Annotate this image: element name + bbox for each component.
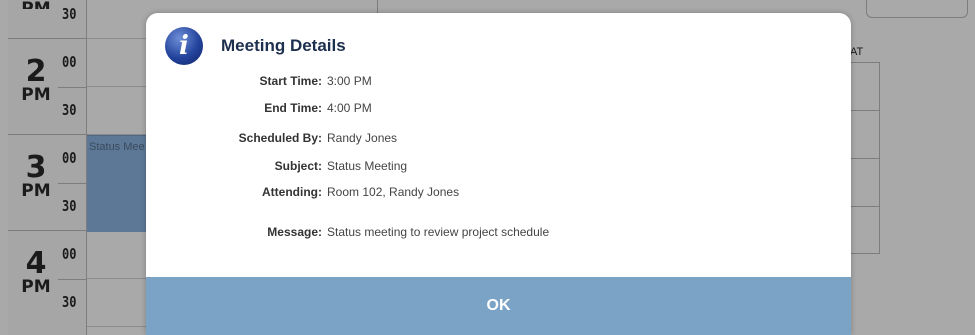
event-label: Status Mee — [89, 141, 145, 153]
minute-30-label: 30 — [62, 293, 77, 311]
hour-ampm: PM — [21, 181, 51, 201]
detail-label: Message: — [267, 225, 322, 239]
detail-value: 3:00 PM — [327, 74, 372, 88]
detail-label: Start Time: — [259, 74, 322, 88]
detail-label: Attending: — [262, 185, 322, 199]
toolbar-button[interactable] — [866, 0, 968, 18]
detail-value: Status Meeting — [327, 159, 408, 173]
hour-number: 4 — [25, 246, 47, 281]
meeting-details-dialog: i Meeting Details Start Time: 3:00 PM En… — [146, 13, 851, 335]
minute-00-label: 00 — [62, 245, 77, 263]
detail-value: Status meeting to review project schedul… — [327, 225, 550, 239]
detail-value: Room 102, Randy Jones — [327, 185, 460, 199]
minute-30-label: 30 — [62, 5, 77, 23]
grid-line — [851, 110, 879, 111]
detail-label: Subject: — [274, 159, 322, 173]
detail-row-start-time: Start Time: 3:00 PM — [146, 74, 851, 90]
minute-00-label: 00 — [62, 149, 77, 167]
minute-30-label: 30 — [62, 101, 77, 119]
hour-block-4pm: 4 PM 00 30 — [8, 230, 86, 327]
grid-line — [851, 206, 879, 207]
hour-ampm: PM — [21, 277, 51, 297]
half-hour-line — [58, 183, 86, 184]
detail-row-end-time: End Time: 4:00 PM — [146, 101, 851, 117]
hour-block-3pm: 3 PM 00 30 — [8, 134, 86, 231]
half-hour-line — [58, 279, 86, 280]
ok-button[interactable]: OK — [146, 277, 851, 335]
detail-row-subject: Subject: Status Meeting — [146, 159, 851, 175]
hour-block-1pm: PM 30 — [8, 0, 86, 39]
detail-row-message: Message: Status meeting to review projec… — [146, 225, 851, 241]
minute-00-label: 00 — [62, 53, 77, 71]
hour-number: 2 — [25, 54, 47, 89]
hour-ampm: PM — [12, 1, 60, 9]
hour-ampm: PM — [21, 85, 51, 105]
dialog-title: Meeting Details — [221, 36, 346, 55]
half-hour-line — [58, 87, 86, 88]
detail-label: Scheduled By: — [238, 131, 322, 145]
hour-column: PM 30 2 PM 00 30 3 PM 00 30 4 PM 00 30 — [8, 0, 87, 335]
detail-row-attending: Attending: Room 102, Randy Jones — [146, 185, 851, 201]
grid-line — [851, 158, 879, 159]
hour-block-2pm: 2 PM 00 30 — [8, 38, 86, 135]
info-icon: i — [165, 27, 203, 65]
detail-row-scheduled-by: Scheduled By: Randy Jones — [146, 131, 851, 147]
detail-value: Randy Jones — [327, 131, 398, 145]
detail-label: End Time: — [264, 101, 322, 115]
calendar-event[interactable]: Status Mee — [87, 135, 149, 232]
hour-number: 3 — [25, 150, 47, 185]
minute-30-label: 30 — [62, 197, 77, 215]
detail-value: 4:00 PM — [327, 101, 372, 115]
day-header-sat: AT — [850, 46, 864, 58]
